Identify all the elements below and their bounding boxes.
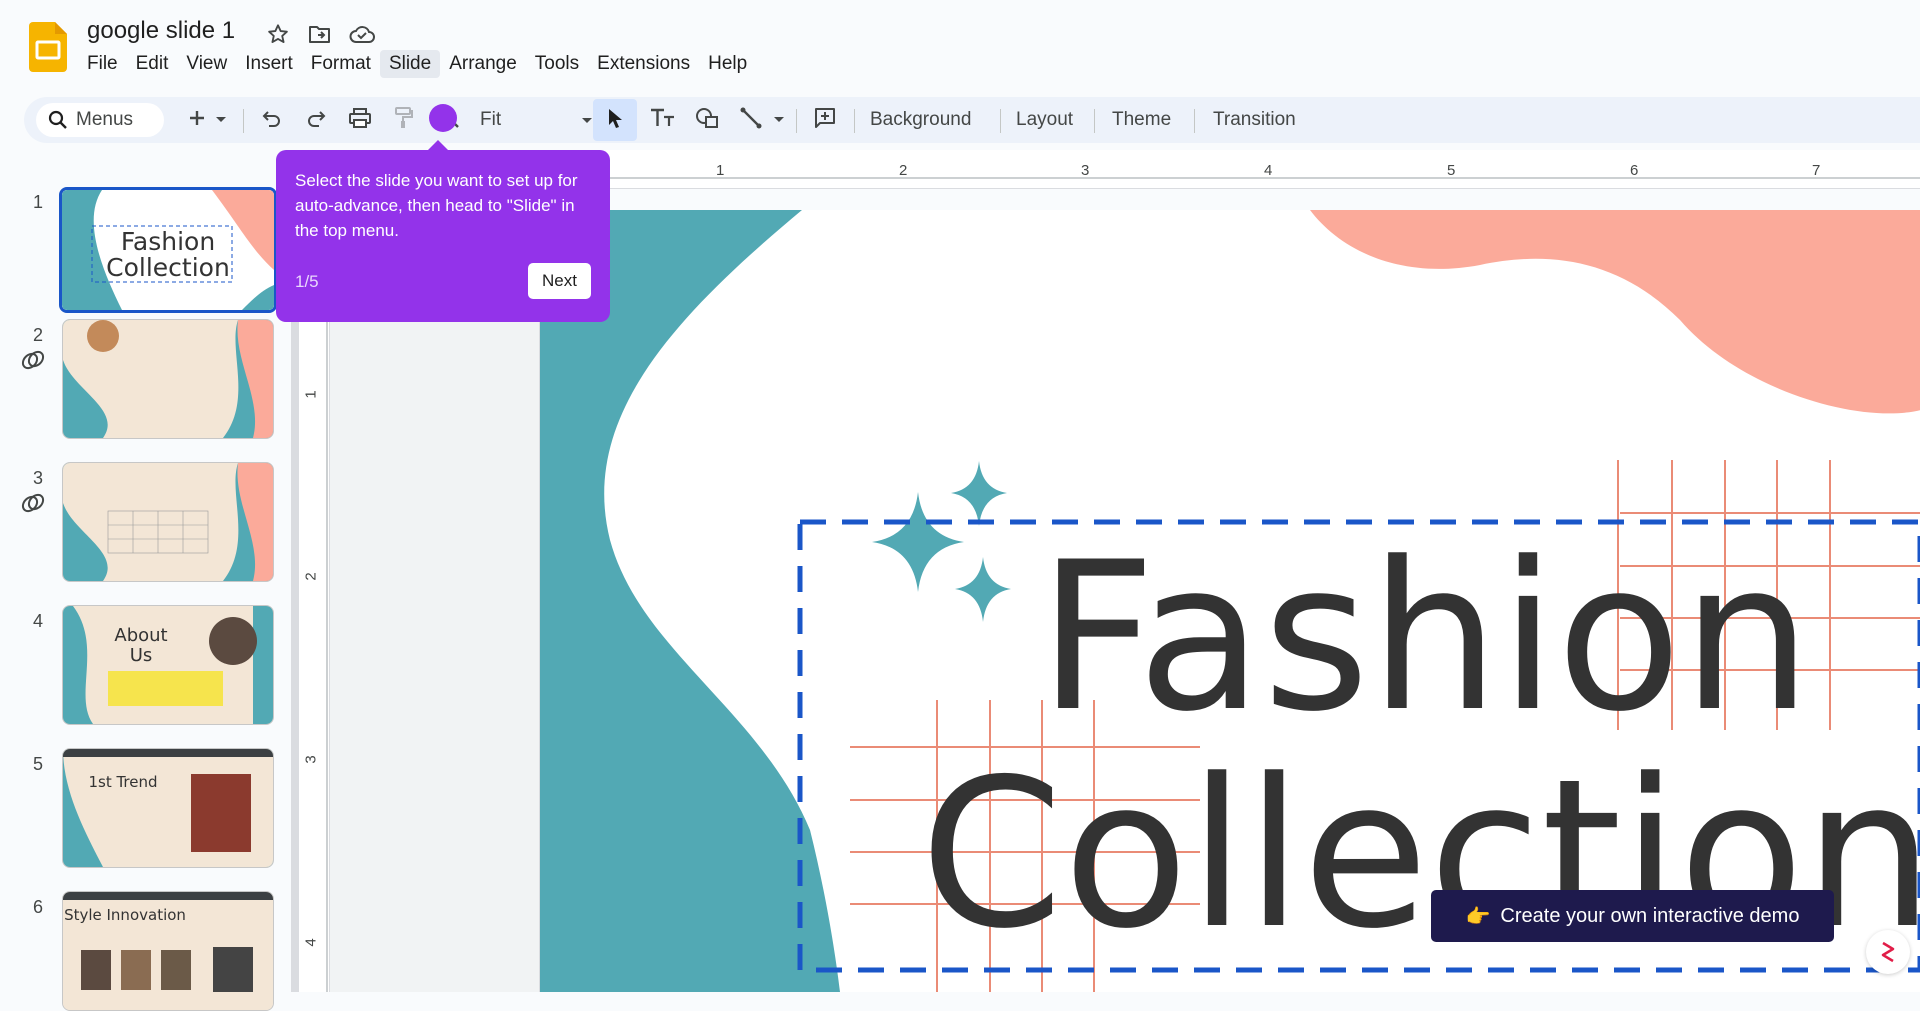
menu-format[interactable]: Format bbox=[302, 50, 380, 78]
redo-button[interactable] bbox=[300, 103, 332, 137]
svg-text:About: About bbox=[114, 625, 167, 646]
menu-view[interactable]: View bbox=[177, 50, 236, 78]
ruler-mark: 4 bbox=[1264, 162, 1273, 179]
menu-file[interactable]: File bbox=[78, 50, 127, 78]
menu-insert[interactable]: Insert bbox=[236, 50, 302, 78]
shape-button[interactable] bbox=[690, 103, 724, 137]
ruler-mark: 4 bbox=[302, 938, 320, 947]
new-slide-button[interactable] bbox=[184, 103, 210, 137]
theme-button[interactable]: Theme bbox=[1112, 103, 1171, 137]
line-icon bbox=[740, 107, 762, 134]
zoom-select[interactable]: Fit bbox=[474, 103, 599, 137]
demo-brand-logo[interactable] bbox=[1866, 930, 1910, 974]
slide-number: 5 bbox=[33, 754, 44, 774]
transition-button[interactable]: Transition bbox=[1213, 103, 1296, 137]
document-title[interactable]: google slide 1 bbox=[87, 17, 235, 45]
cursor-arrow-icon bbox=[606, 107, 624, 134]
guide-hotspot[interactable] bbox=[429, 104, 457, 132]
slide-canvas[interactable]: Fashion Collection bbox=[539, 210, 1920, 992]
line-button[interactable] bbox=[734, 103, 768, 137]
chevron-down-icon bbox=[215, 111, 227, 129]
guide-tooltip: Select the slide you want to set up for … bbox=[276, 140, 610, 322]
slide-number: 6 bbox=[33, 897, 44, 917]
ruler-mark: 6 bbox=[1630, 162, 1639, 179]
background-button[interactable]: Background bbox=[870, 103, 971, 137]
link-icon bbox=[20, 347, 46, 373]
menu-extensions[interactable]: Extensions bbox=[588, 50, 699, 78]
menu-arrange[interactable]: Arrange bbox=[440, 50, 526, 78]
ruler-mark: 3 bbox=[1081, 162, 1090, 179]
slide-filmstrip: 1 Fashion Collection 2 3 4 About Us 5 1s… bbox=[0, 180, 290, 1011]
slide-thumbnail[interactable]: 1st Trend bbox=[62, 748, 274, 868]
paint-format-icon bbox=[394, 106, 414, 134]
slide-number: 4 bbox=[33, 611, 44, 631]
redo-icon bbox=[306, 109, 326, 132]
add-comment-icon bbox=[814, 107, 836, 134]
print-button[interactable] bbox=[344, 103, 376, 137]
cloud-saved-icon[interactable] bbox=[348, 20, 376, 48]
line-type-dropdown[interactable] bbox=[770, 103, 788, 137]
menu-help[interactable]: Help bbox=[699, 50, 756, 78]
ruler-mark: 3 bbox=[302, 755, 320, 764]
slide-thumbnail[interactable] bbox=[62, 319, 274, 439]
svg-text:Collection: Collection bbox=[106, 253, 230, 282]
ruler-mark: 7 bbox=[1812, 162, 1821, 179]
menu-edit[interactable]: Edit bbox=[127, 50, 178, 78]
teal-blob bbox=[540, 210, 840, 992]
cta-label: Create your own interactive demo bbox=[1500, 904, 1800, 927]
menu-slide[interactable]: Slide bbox=[379, 50, 441, 78]
tooltip-arrow bbox=[427, 140, 449, 151]
create-demo-cta[interactable]: 👉 Create your own interactive demo bbox=[1431, 890, 1834, 942]
move-to-folder-icon[interactable] bbox=[306, 20, 334, 48]
new-slide-layout-dropdown[interactable] bbox=[210, 103, 232, 137]
menu-bar: File Edit View Insert Format Slide Arran… bbox=[78, 50, 756, 78]
thumb-title: Fashion bbox=[121, 227, 215, 256]
add-comment-button[interactable] bbox=[808, 103, 842, 137]
svg-text:Us: Us bbox=[130, 645, 153, 666]
text-box-button[interactable] bbox=[646, 103, 680, 137]
star-icon[interactable] bbox=[264, 20, 292, 48]
slide-thumbnail[interactable]: About Us bbox=[62, 605, 274, 725]
select-tool-button[interactable] bbox=[593, 99, 637, 141]
tooltip-step-counter: 1/5 bbox=[295, 272, 319, 291]
paint-format-button[interactable] bbox=[388, 103, 420, 137]
undo-button[interactable] bbox=[256, 103, 288, 137]
slide-thumbnail[interactable]: Fashion Collection bbox=[59, 187, 277, 313]
tooltip-next-button[interactable]: Next bbox=[528, 263, 591, 299]
slide-title-line1[interactable]: Fashion bbox=[1038, 519, 1812, 757]
slide-number: 1 bbox=[33, 192, 44, 212]
ruler-mark: 2 bbox=[899, 162, 908, 179]
svg-text:Style Innovation: Style Innovation bbox=[64, 906, 186, 924]
link-icon bbox=[20, 490, 46, 516]
slides-logo[interactable] bbox=[29, 22, 67, 72]
pointing-hand-icon: 👉 bbox=[1465, 905, 1491, 928]
shapes-icon bbox=[695, 107, 719, 134]
search-icon bbox=[48, 110, 68, 130]
svg-text:1st Trend: 1st Trend bbox=[88, 773, 157, 791]
search-label: Menus bbox=[76, 109, 134, 130]
text-box-icon bbox=[650, 108, 676, 133]
toolbar: Menus Fit Background Layout Theme Transi… bbox=[24, 97, 1920, 143]
ruler-mark: 1 bbox=[302, 390, 320, 399]
ruler-mark: 2 bbox=[302, 572, 320, 581]
layout-button[interactable]: Layout bbox=[1016, 103, 1073, 137]
tooltip-message: Select the slide you want to set up for … bbox=[295, 171, 578, 240]
chevron-down-icon bbox=[581, 109, 593, 131]
slide-thumbnail[interactable]: Style Innovation bbox=[62, 891, 274, 1011]
salmon-blob bbox=[1310, 210, 1920, 414]
plus-icon bbox=[188, 109, 206, 132]
ruler-mark: 5 bbox=[1447, 162, 1456, 179]
chevron-down-icon bbox=[773, 111, 785, 129]
sparkle-icon bbox=[872, 461, 1011, 622]
zoom-value: Fit bbox=[480, 109, 502, 130]
ruler-mark: 1 bbox=[716, 162, 725, 179]
menus-search[interactable]: Menus bbox=[36, 103, 164, 137]
slide-number: 3 bbox=[33, 468, 44, 488]
undo-icon bbox=[262, 109, 282, 132]
slide-number: 2 bbox=[33, 325, 44, 345]
menu-tools[interactable]: Tools bbox=[526, 50, 588, 78]
print-icon bbox=[349, 107, 371, 133]
slide-thumbnail[interactable] bbox=[62, 462, 274, 582]
